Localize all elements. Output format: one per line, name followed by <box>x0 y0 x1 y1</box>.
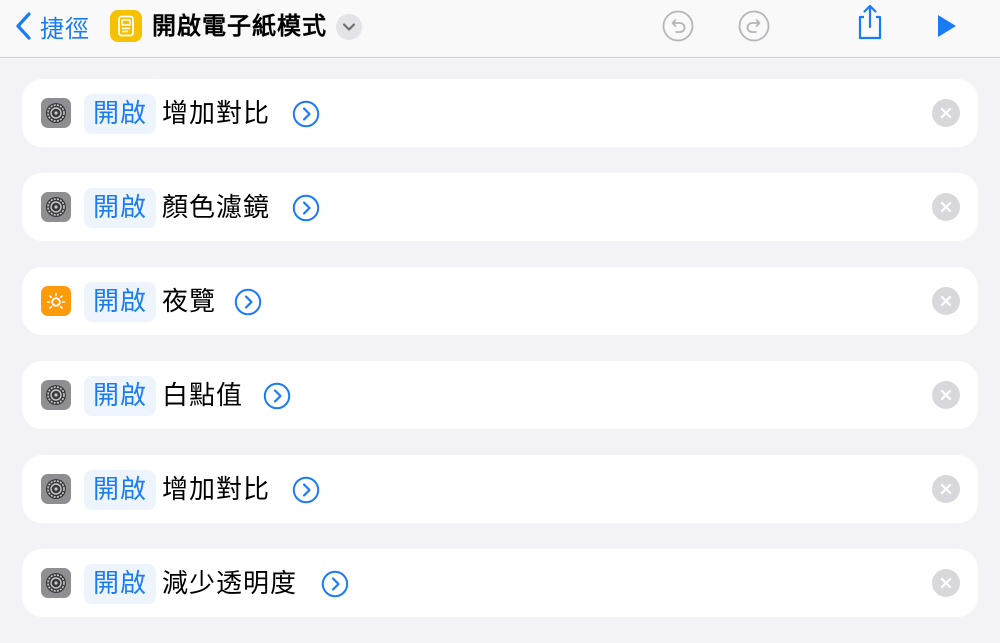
remove-action-button[interactable] <box>932 381 960 409</box>
action-row[interactable]: 開啟 夜覽 <box>22 267 978 335</box>
toggle-parameter[interactable]: 開啟 <box>84 564 157 604</box>
toggle-parameter[interactable]: 開啟 <box>84 188 157 228</box>
close-icon <box>940 201 952 213</box>
chevron-right-circle-icon[interactable] <box>263 382 291 410</box>
toggle-parameter[interactable]: 開啟 <box>84 376 157 416</box>
close-icon <box>940 107 952 119</box>
chevron-right-circle-icon[interactable] <box>292 100 320 128</box>
toggle-parameter[interactable]: 開啟 <box>84 470 157 510</box>
play-icon <box>938 15 956 37</box>
action-label: 減少透明度 <box>162 569 298 599</box>
remove-action-button[interactable] <box>932 569 960 597</box>
remove-action-button[interactable] <box>932 193 960 221</box>
shortcut-app-icon <box>110 10 142 42</box>
undo-button[interactable] <box>660 8 696 44</box>
close-icon <box>940 483 952 495</box>
page-title[interactable]: 開啟電子紙模式 <box>152 9 327 43</box>
remove-action-button[interactable] <box>932 475 960 503</box>
run-button[interactable] <box>928 8 964 44</box>
settings-gear-icon <box>41 192 71 222</box>
chevron-right-circle-icon[interactable] <box>292 194 320 222</box>
sun-icon <box>41 286 71 316</box>
back-label: 捷徑 <box>40 14 90 43</box>
action-row[interactable]: 開啟 減少透明度 <box>22 549 978 617</box>
redo-icon <box>738 10 770 42</box>
settings-gear-icon <box>41 380 71 410</box>
chevron-down-icon <box>342 23 356 31</box>
action-label: 白點值 <box>162 381 244 411</box>
chevron-right-circle-icon[interactable] <box>321 570 349 598</box>
action-label: 增加對比 <box>162 99 271 129</box>
close-icon <box>940 577 952 589</box>
undo-icon <box>662 10 694 42</box>
share-icon <box>858 4 882 40</box>
action-list: 開啟 增加對比 開啟 顏色濾鏡 開啟 夜覽 開啟 白點值 開啟 增加對比 開啟 … <box>22 79 978 643</box>
close-icon <box>940 389 952 401</box>
action-label: 顏色濾鏡 <box>162 193 271 223</box>
remove-action-button[interactable] <box>932 99 960 127</box>
chevron-right-circle-icon[interactable] <box>234 288 262 316</box>
close-icon <box>940 295 952 307</box>
back-button[interactable]: 捷徑 <box>14 8 90 44</box>
action-row[interactable]: 開啟 增加對比 <box>22 79 978 147</box>
action-row[interactable]: 開啟 顏色濾鏡 <box>22 173 978 241</box>
share-button[interactable] <box>852 4 888 40</box>
chevron-right-circle-icon[interactable] <box>292 476 320 504</box>
title-menu-button[interactable] <box>336 14 362 40</box>
settings-gear-icon <box>41 474 71 504</box>
toggle-parameter[interactable]: 開啟 <box>84 282 157 322</box>
action-row[interactable]: 開啟 白點值 <box>22 361 978 429</box>
settings-gear-icon <box>41 98 71 128</box>
action-row[interactable]: 開啟 增加對比 <box>22 455 978 523</box>
settings-gear-icon <box>41 568 71 598</box>
toggle-parameter[interactable]: 開啟 <box>84 94 157 134</box>
remove-action-button[interactable] <box>932 287 960 315</box>
navigation-bar: 捷徑 開啟電子紙模式 <box>0 0 1000 58</box>
action-label: 增加對比 <box>162 475 271 505</box>
chevron-left-icon <box>16 12 31 40</box>
redo-button[interactable] <box>736 8 772 44</box>
action-label: 夜覽 <box>162 287 217 317</box>
